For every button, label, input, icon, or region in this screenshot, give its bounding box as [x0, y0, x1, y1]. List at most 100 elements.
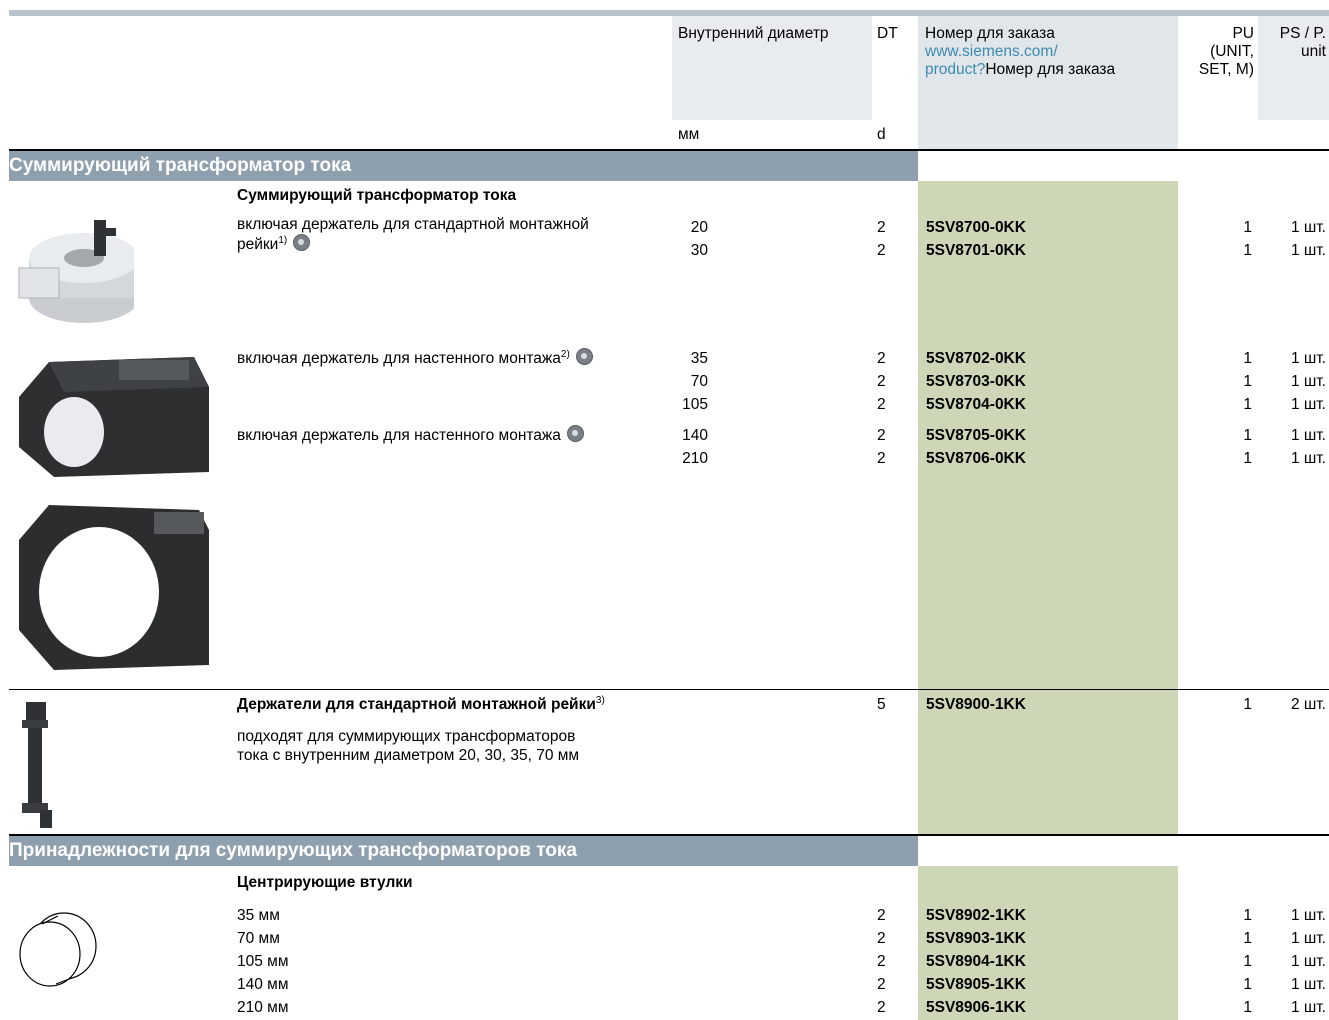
header-order-label: Номер для заказа [925, 25, 1055, 42]
row-dt: 2 [877, 219, 886, 236]
row-pu: 1 [1243, 930, 1252, 947]
row-diameter: 105 мм [237, 953, 289, 970]
desc-a: включая держатель для стандартной монтаж… [237, 216, 589, 254]
header-pu-3: SET, M) [1198, 61, 1254, 78]
row-order-number[interactable]: 5SV8700-0KK [926, 216, 1026, 239]
row-order-number[interactable]: 5SV8702-0KK [926, 347, 1026, 370]
header-order: Номер для заказа www.siemens.com/ produc… [925, 25, 1175, 79]
header-ps-2: unit [1301, 43, 1326, 60]
row-dt: 5 [877, 696, 886, 713]
row-pu: 1 [1243, 696, 1252, 713]
row-pu: 1 [1243, 953, 1252, 970]
row-ps: 1 шт. [1290, 242, 1326, 259]
desc-c: включая держатель для настенного монтажа [237, 424, 584, 447]
row-diameter: 140 мм [237, 976, 289, 993]
row-pu: 1 [1243, 450, 1252, 467]
row-pu: 1 [1243, 396, 1252, 413]
header-pu: PU (UNIT, SET, M) [1180, 25, 1254, 79]
product-image-sleeve [19, 912, 97, 987]
holder-title-text: Держатели для стандартной монтажной рейк… [237, 696, 596, 713]
row-diameter: 210 [682, 450, 708, 467]
holder-desc-2: тока с внутренним диаметром 20, 30, 35, … [237, 747, 580, 764]
row-ps: 1 шт. [1290, 450, 1326, 467]
row-ps: 1 шт. [1290, 953, 1326, 970]
header-diameter: Внутренний диаметр [678, 25, 829, 42]
holder-desc-1: подходят для суммирующих трансформаторов [237, 728, 576, 745]
row-ps: 1 шт. [1290, 427, 1326, 444]
row-ps: 1 шт. [1290, 976, 1326, 993]
row-dt: 2 [877, 930, 886, 947]
header-order-tail: Номер для заказа [985, 61, 1116, 78]
desc-b-text: включая держатель для настенного монтажа [237, 350, 561, 367]
row-pu: 1 [1243, 976, 1252, 993]
row-dt: 2 [877, 907, 886, 924]
ring-icon [566, 425, 584, 442]
footnote-3: 3) [595, 694, 605, 706]
order-link-1[interactable]: www.siemens.com/ [925, 43, 1175, 61]
product-image-small [18, 220, 134, 323]
ring-icon [293, 234, 311, 251]
row-dt: 2 [877, 427, 886, 444]
holder-title: Держатели для стандартной монтажной рейк… [237, 693, 605, 716]
row-ps: 2 шт. [1290, 696, 1326, 713]
row-pu: 1 [1243, 999, 1252, 1016]
row-diameter: 70 мм [237, 930, 280, 947]
row-diameter: 35 [690, 350, 708, 367]
row-order-number[interactable]: 5SV8902-1KK [926, 904, 1026, 927]
row-pu: 1 [1243, 427, 1252, 444]
row-ps: 1 шт. [1290, 930, 1326, 947]
header-ps-1: PS / P. [1279, 25, 1326, 42]
ring-icon [575, 348, 593, 365]
row-dt: 2 [877, 350, 886, 367]
row-diameter: 210 мм [237, 999, 289, 1016]
row-diameter: 105 [682, 396, 708, 413]
header-ps: PS / P. unit [1258, 25, 1326, 61]
row-dt: 2 [877, 373, 886, 390]
row-order-number[interactable]: 5SV8905-1KK [926, 973, 1026, 996]
row-dt: 2 [877, 242, 886, 259]
row-dt: 2 [877, 976, 886, 993]
desc-b: включая держатель для настенного монтажа… [237, 347, 593, 370]
row-dt: 2 [877, 999, 886, 1016]
section-subtitle: Суммирующий трансформатор тока [237, 187, 517, 204]
row-order-number[interactable]: 5SV8900-1KK [926, 693, 1026, 716]
product-image-medium [19, 357, 209, 477]
row-ps: 1 шт. [1290, 350, 1326, 367]
desc-c-text: включая держатель для настенного монтажа [237, 427, 561, 444]
row-ps: 1 шт. [1290, 219, 1326, 236]
row-order-number[interactable]: 5SV8705-0KK [926, 424, 1026, 447]
product-image-holder [22, 702, 52, 828]
row-diameter: 140 [682, 427, 708, 444]
row-diameter: 20 [690, 219, 708, 236]
footnote-2: 2) [560, 348, 570, 360]
row-order-number[interactable]: 5SV8906-1KK [926, 996, 1026, 1019]
row-order-number[interactable]: 5SV8704-0KK [926, 393, 1026, 416]
holder-desc: подходят для суммирующих трансформаторов… [237, 727, 579, 765]
unit-d: d [877, 126, 886, 143]
product-image-large [19, 505, 209, 670]
row-order-number[interactable]: 5SV8903-1KK [926, 927, 1026, 950]
row-diameter: 70 [690, 373, 708, 390]
footnote-1: 1) [278, 234, 288, 246]
row-order-number[interactable]: 5SV8904-1KK [926, 950, 1026, 973]
row-ps: 1 шт. [1290, 999, 1326, 1016]
row-diameter: 30 [690, 242, 708, 259]
order-link-2[interactable]: product? [925, 61, 985, 78]
row-ps: 1 шт. [1290, 907, 1326, 924]
row-pu: 1 [1243, 907, 1252, 924]
row-order-number[interactable]: 5SV8701-0KK [926, 239, 1026, 262]
header-pu-1: PU [1232, 25, 1254, 42]
section-subtitle: Центрирующие втулки [237, 874, 413, 891]
row-order-number[interactable]: 5SV8706-0KK [926, 447, 1026, 470]
unit-mm: мм [678, 126, 700, 143]
row-dt: 2 [877, 396, 886, 413]
header-dt: DT [877, 25, 898, 42]
row-dt: 2 [877, 450, 886, 467]
desc-a-line2: рейки [237, 236, 279, 253]
desc-a-line1: включая держатель для стандартной монтаж… [237, 216, 589, 233]
section-title: Суммирующий трансформатор тока [9, 151, 918, 181]
row-order-number[interactable]: 5SV8703-0KK [926, 370, 1026, 393]
row-pu: 1 [1243, 350, 1252, 367]
row-pu: 1 [1243, 219, 1252, 236]
header-pu-2: (UNIT, [1210, 43, 1254, 60]
